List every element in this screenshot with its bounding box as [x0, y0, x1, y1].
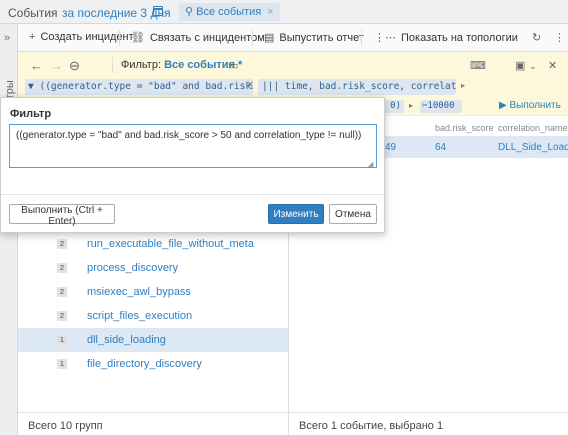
- plus-icon: +: [29, 31, 36, 43]
- forward-arrow-icon[interactable]: →: [50, 58, 63, 73]
- refresh-icon[interactable]: ↻: [532, 31, 541, 44]
- column-header[interactable]: bad.risk_score: [435, 123, 494, 133]
- search-icon: ⚲: [185, 6, 194, 18]
- group-name: msiexec_awl_bypass: [87, 286, 191, 298]
- filter-header-row: ← → ⊖ Фильтр: Все события * ▭ ⌨ ▣ ⌄ ✕: [18, 52, 568, 78]
- limit-value: 10000: [427, 101, 455, 111]
- tab-close-icon[interactable]: ×: [267, 6, 273, 18]
- execute-label: Выполнить: [509, 100, 561, 111]
- group-name: run_executable_file_without_meta: [87, 238, 254, 250]
- close-icon[interactable]: ✕: [548, 59, 557, 72]
- more-menu-icon[interactable]: ⋮: [554, 31, 565, 44]
- list-item[interactable]: 2 msiexec_awl_bypass: [18, 280, 288, 304]
- run-button[interactable]: Выполнить (Ctrl + Enter): [9, 204, 115, 227]
- columns-icon: |||: [262, 81, 280, 92]
- run-report-button[interactable]: ▤ Выпустить отчет: [264, 31, 364, 44]
- tab-label: Все события: [196, 6, 262, 18]
- list-item[interactable]: 2 script_files_execution: [18, 304, 288, 328]
- group-count-badge: 2: [57, 239, 67, 249]
- play-icon: ▶: [499, 100, 507, 111]
- list-item[interactable]: 2 run_executable_file_without_meta: [18, 232, 288, 256]
- group-count-badge: 1: [57, 359, 67, 369]
- filter-expression-input[interactable]: [9, 124, 377, 168]
- show-topology-button[interactable]: ⋮⋯ Показать на топологии: [374, 31, 518, 44]
- link-incident-label: Связать с инцидентом: [149, 32, 265, 44]
- divider: [252, 30, 253, 46]
- show-topology-label: Показать на топологии: [401, 32, 518, 44]
- columns-text: time, bad.risk_score, correlation_nam…: [284, 81, 456, 92]
- filter-funnel-icon: ▼: [28, 81, 34, 92]
- filter-expression-chip[interactable]: ▼ ((generator.type = "bad" and bad.risk…: [25, 79, 253, 95]
- chart-icon[interactable]: ▭: [228, 59, 238, 72]
- cell-correlation-name: DLL_Side_Loading: [498, 142, 568, 153]
- dialog-title: Фильтр: [10, 108, 52, 120]
- calendar-icon[interactable]: [153, 6, 163, 16]
- report-icon: ▤: [264, 32, 275, 44]
- back-arrow-icon[interactable]: ←: [30, 58, 43, 73]
- chevron-right-icon[interactable]: ▸: [461, 81, 465, 90]
- filter-dialog: Фильтр ◢ Выполнить (Ctrl + Enter) Измени…: [0, 97, 385, 233]
- limit-chip[interactable]: ✂10000: [420, 100, 462, 113]
- save-icon[interactable]: ▣: [515, 59, 525, 72]
- expand-sidebar-icon[interactable]: »: [4, 32, 10, 44]
- events-toolbar: + Создать инцидент ⛓ Связать с инцидентом …: [18, 24, 568, 52]
- run-report-label: Выпустить отчет: [279, 32, 364, 44]
- chevron-right-icon: ▸: [409, 101, 414, 110]
- apply-button[interactable]: Изменить: [268, 204, 324, 224]
- link-icon: ⛓: [131, 32, 145, 44]
- columns-chip[interactable]: ||| time, bad.risk_score, correlation_na…: [258, 79, 456, 95]
- top-bar: События за последние 3 дня ⚲ Все события…: [0, 0, 568, 24]
- divider: [1, 194, 384, 195]
- clear-filter-icon[interactable]: ⊖: [69, 58, 80, 74]
- cancel-button[interactable]: Отмена: [329, 204, 377, 224]
- divider: [18, 412, 288, 413]
- link-incident-button[interactable]: ⛓ Связать с инцидентом: [131, 31, 265, 44]
- filter-expression-text: ((generator.type = "bad" and bad.risk…: [39, 81, 253, 92]
- chevron-down-icon[interactable]: ⌄: [529, 61, 537, 72]
- divider: [361, 30, 362, 46]
- list-item[interactable]: 1 file_directory_discovery: [18, 352, 288, 376]
- divider: [112, 57, 113, 73]
- filter-chip-close-icon[interactable]: ×: [247, 79, 253, 91]
- list-item[interactable]: 2 process_discovery: [18, 256, 288, 280]
- keyboard-icon[interactable]: ⌨: [470, 59, 486, 72]
- list-item-selected[interactable]: 1 dll_side_loading: [18, 328, 288, 352]
- tab-all-events[interactable]: ⚲ Все события ×: [179, 3, 280, 21]
- divider: [289, 412, 568, 413]
- group-count-badge: 2: [57, 263, 67, 273]
- group-name: file_directory_discovery: [87, 358, 202, 370]
- group-name: process_discovery: [87, 262, 179, 274]
- resize-handle-icon[interactable]: ◢: [368, 160, 373, 168]
- group-count-badge: 2: [57, 311, 67, 321]
- group-name: dll_side_loading: [87, 334, 166, 346]
- cell-partial: 49: [385, 142, 397, 153]
- page-title: События: [8, 6, 58, 20]
- column-header[interactable]: correlation_name: [498, 123, 568, 133]
- filter-label: Фильтр:: [121, 59, 162, 71]
- execute-button[interactable]: ▶ Выполнить: [499, 100, 561, 111]
- filter-title: Фильтр: Все события *: [121, 59, 242, 71]
- topology-icon: ⋮⋯: [374, 32, 396, 44]
- create-incident-button[interactable]: + Создать инцидент: [29, 31, 134, 43]
- group-name: script_files_execution: [87, 310, 193, 322]
- events-total: Всего 1 событие, выбрано 1: [299, 420, 444, 432]
- groups-total: Всего 10 групп: [28, 420, 103, 432]
- divider: [119, 30, 120, 46]
- cell-risk-score: 64: [435, 142, 447, 153]
- group-count-badge: 2: [57, 287, 67, 297]
- filter-expression-row: ▼ ((generator.type = "bad" and bad.risk……: [18, 78, 568, 96]
- group-count-badge: 1: [57, 335, 67, 345]
